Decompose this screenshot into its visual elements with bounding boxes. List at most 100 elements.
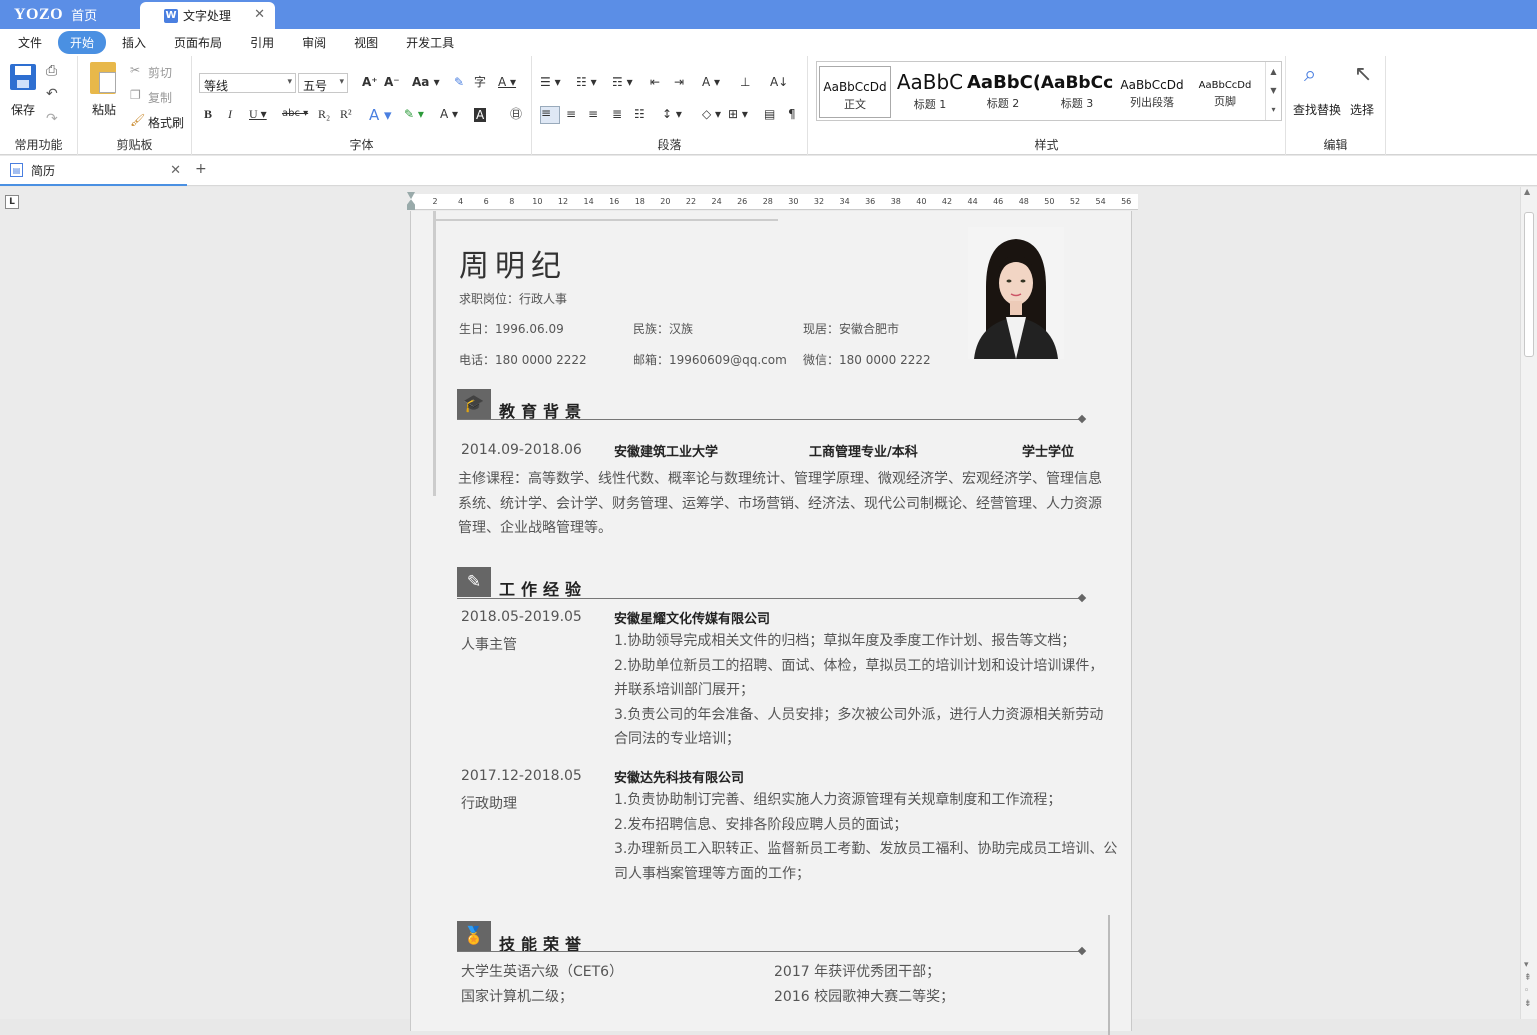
- style-name: 列出段落: [1130, 96, 1174, 109]
- style-heading-2[interactable]: AaBbC( 标题 2: [967, 66, 1039, 118]
- print-icon[interactable]: ⎙: [46, 64, 57, 78]
- numbering-icon[interactable]: ☷ ▾: [576, 76, 597, 88]
- new-tab-button[interactable]: +: [195, 161, 207, 177]
- job-role: 人事主管: [461, 637, 517, 653]
- ruler-tick: 22: [685, 197, 697, 206]
- format-painter-button[interactable]: 格式刷: [148, 114, 184, 131]
- font-color-icon[interactable]: A ▾: [440, 108, 458, 120]
- undo-icon[interactable]: ↶: [46, 87, 58, 101]
- redo-icon[interactable]: ↷: [46, 112, 58, 126]
- grow-font-icon[interactable]: A⁺: [362, 76, 378, 88]
- section-divider: [457, 598, 1083, 599]
- align-center-icon[interactable]: ≡: [566, 108, 576, 120]
- menu-file[interactable]: 文件: [6, 31, 54, 54]
- select-button[interactable]: 选择: [1350, 101, 1374, 118]
- strikethrough-icon[interactable]: abc ▾: [282, 109, 308, 119]
- style-list-paragraph[interactable]: AaBbCcDd 列出段落: [1115, 66, 1189, 118]
- justify-icon[interactable]: ≣: [612, 108, 622, 120]
- save-button[interactable]: 保存: [11, 101, 35, 118]
- align-left-icon[interactable]: ≡: [540, 106, 560, 124]
- increase-indent-icon[interactable]: ⇥: [674, 76, 684, 88]
- right-accent-bar: [1108, 915, 1110, 1035]
- close-icon[interactable]: ✕: [254, 7, 265, 22]
- paragraph-spacing-icon[interactable]: ⊥: [740, 76, 750, 88]
- education-period: 2014.09-2018.06: [461, 442, 582, 458]
- ribbon: 保存 ⎙ ↶ ↷ 常用功能 粘贴 ✂ 剪切 ❐ 复制 🖌 格式刷 剪贴板 等线 …: [0, 56, 1537, 155]
- underline-icon[interactable]: U ▾: [249, 108, 267, 120]
- style-heading-3[interactable]: AaBbCc 标题 3: [1039, 66, 1115, 118]
- multilevel-list-icon[interactable]: ☶ ▾: [612, 76, 633, 88]
- document-page[interactable]: 周明纪 求职岗位：行政人事 生日：1996.06.09 民族：汉族 现居：安徽合…: [410, 211, 1132, 1035]
- bullets-icon[interactable]: ☰ ▾: [540, 76, 561, 88]
- ruler-tick: 34: [839, 197, 850, 206]
- home-tab[interactable]: YOZO 首页: [0, 0, 140, 29]
- document-app-tab[interactable]: W 文字处理 ✕: [140, 2, 275, 29]
- close-icon[interactable]: ✕: [170, 163, 181, 178]
- shading-icon[interactable]: A: [474, 108, 487, 122]
- menu-home[interactable]: 开始: [58, 31, 107, 54]
- find-replace-button[interactable]: 查找替换: [1293, 101, 1341, 118]
- shading-fill-icon[interactable]: ◇ ▾: [702, 108, 721, 120]
- wechat: 微信：180 0000 2222: [803, 353, 931, 367]
- format-painter-icon[interactable]: 🖌: [130, 114, 145, 126]
- cursor-icon[interactable]: ↖: [1354, 64, 1372, 86]
- text-box-icon[interactable]: ▤: [764, 108, 775, 120]
- binoculars-icon[interactable]: ⌕: [1304, 64, 1316, 86]
- distributed-icon[interactable]: ☷: [634, 108, 645, 120]
- char-border-icon[interactable]: A ▾: [498, 76, 516, 88]
- text-effect-icon[interactable]: A ▾: [369, 108, 392, 123]
- menu-review[interactable]: 审阅: [290, 31, 338, 54]
- shrink-font-icon[interactable]: A⁻: [384, 76, 400, 88]
- phonetic-icon[interactable]: 字: [474, 76, 486, 88]
- show-marks-icon[interactable]: ¶: [788, 108, 796, 120]
- superscript-icon[interactable]: R²: [340, 108, 352, 120]
- style-footer[interactable]: AaBbCcDd 页脚: [1189, 66, 1261, 118]
- page-nav-icons[interactable]: ▾ ⇞ ◦ ⇟: [1524, 959, 1532, 1011]
- menu-developer[interactable]: 开发工具: [394, 31, 466, 54]
- document-workspace[interactable]: L 2 4 6 8 10 12 14 16 18 20 22 24 26 28 30 32 34 36 38 40 42…: [0, 187, 1520, 1035]
- copy-icon[interactable]: ❐: [130, 89, 141, 101]
- style-name: 标题 3: [1060, 97, 1094, 110]
- paste-button[interactable]: 粘贴: [92, 101, 116, 118]
- file-tab-resume[interactable]: ▤ 简历 ✕: [0, 156, 187, 186]
- phone: 电话：180 0000 2222: [459, 353, 587, 367]
- paste-icon[interactable]: [90, 62, 116, 94]
- copy-button[interactable]: 复制: [148, 89, 172, 106]
- styles-scroll[interactable]: ▲ ▼ ▾: [1265, 62, 1281, 120]
- subscript-icon[interactable]: R₂: [318, 108, 330, 120]
- font-size-select[interactable]: 五号: [298, 73, 348, 93]
- menu-page-layout[interactable]: 页面布局: [162, 31, 234, 54]
- group-label: 常用功能: [14, 138, 63, 152]
- encircle-icon[interactable]: ㊐: [510, 108, 522, 120]
- horizontal-ruler[interactable]: 2 4 6 8 10 12 14 16 18 20 22 24 26 28 30 32 34 36 38 40 42 44…: [407, 192, 1138, 210]
- ruler-tick: 42: [941, 197, 953, 206]
- borders-icon[interactable]: ⊞ ▾: [728, 108, 748, 120]
- menu-insert[interactable]: 插入: [110, 31, 158, 54]
- style-normal[interactable]: AaBbCcDd 正文: [819, 66, 891, 118]
- tab-stop-selector[interactable]: L: [5, 195, 19, 209]
- change-case-icon[interactable]: Aa ▾: [412, 76, 440, 88]
- decrease-indent-icon[interactable]: ⇤: [650, 76, 660, 88]
- scroll-thumb[interactable]: [1524, 212, 1534, 357]
- vertical-scrollbar[interactable]: ▲ ▾ ⇞ ◦ ⇟: [1520, 187, 1537, 1019]
- line-spacing-icon[interactable]: ↕ ▾: [662, 108, 682, 120]
- font-name-select[interactable]: 等线: [199, 73, 296, 93]
- indent-marker[interactable]: [407, 192, 415, 210]
- cut-button[interactable]: 剪切: [148, 64, 172, 81]
- align-right-icon[interactable]: ≡: [588, 108, 598, 120]
- save-icon[interactable]: [10, 64, 36, 90]
- style-heading-1[interactable]: AaBbC 标题 1: [893, 66, 967, 118]
- italic-icon[interactable]: I: [228, 108, 232, 120]
- scroll-up-icon[interactable]: ▲: [1524, 187, 1530, 196]
- char-scale-icon[interactable]: A ▾: [702, 76, 720, 88]
- tools-icon: ✎: [457, 567, 491, 597]
- cut-icon[interactable]: ✂: [130, 64, 140, 76]
- bold-icon[interactable]: B: [204, 108, 212, 120]
- sort-icon[interactable]: A↓: [770, 76, 788, 88]
- menu-references[interactable]: 引用: [238, 31, 286, 54]
- group-clipboard: 粘贴 ✂ 剪切 ❐ 复制 🖌 格式刷 剪贴板: [78, 56, 192, 155]
- highlight-icon[interactable]: ✎ ▾: [404, 108, 424, 120]
- ruler-tick: 18: [634, 197, 645, 206]
- menu-view[interactable]: 视图: [342, 31, 390, 54]
- clear-format-icon[interactable]: ✎: [454, 76, 464, 88]
